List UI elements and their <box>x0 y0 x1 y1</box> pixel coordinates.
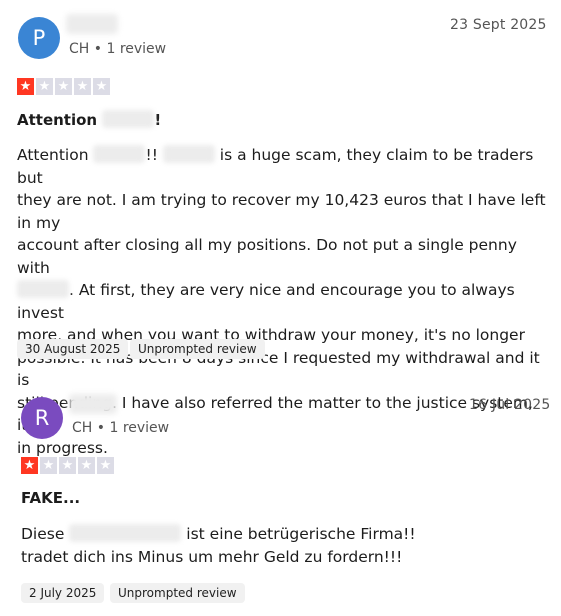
avatar[interactable]: R <box>21 397 63 439</box>
reviewer-name[interactable] <box>69 394 117 414</box>
star-icon: ★ <box>78 457 95 474</box>
review-line: tradet dich ins Minus um mehr Geld zu fo… <box>21 547 403 566</box>
review-card: R CH • 1 review 16 Jul 2025 ★ ★ ★ ★ ★ FA… <box>0 0 561 616</box>
experience-date-tag: 2 July 2025 <box>21 583 105 603</box>
review-body: Diese ist eine betrügerische Firma!! tra… <box>21 523 541 568</box>
star-rating: ★ ★ ★ ★ ★ <box>21 457 114 474</box>
reviewer-meta: CH • 1 review <box>72 420 170 436</box>
unprompted-review-tag[interactable]: Unprompted review <box>110 583 245 603</box>
star-icon: ★ <box>21 457 38 474</box>
star-icon: ★ <box>59 457 76 474</box>
review-text: Diese <box>21 525 65 543</box>
review-title[interactable]: FAKE... <box>21 489 80 507</box>
review-date: 16 Jul 2025 <box>469 397 551 413</box>
review-line: Diese ist eine betrügerische Firma!! <box>21 523 541 546</box>
star-icon: ★ <box>40 457 57 474</box>
review-text: ist eine betrügerische Firma!! <box>186 525 416 543</box>
redacted-text <box>69 524 182 542</box>
star-icon: ★ <box>97 457 114 474</box>
